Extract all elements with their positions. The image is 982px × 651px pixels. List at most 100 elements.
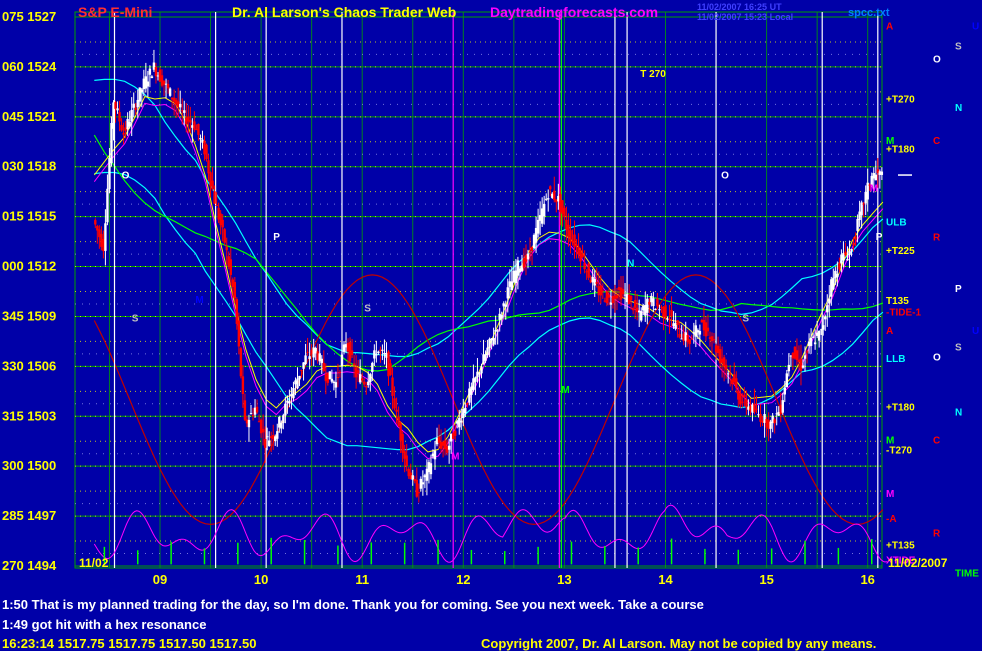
price-bar-body [114,102,117,109]
price-bar-body [363,381,366,385]
price-bar-body [211,180,214,190]
right-legend-label: TIME [955,569,979,580]
price-bar-body [583,262,586,270]
price-bar-body [844,251,847,256]
copyright: Copyright 2007, Dr. Al Larson. May not b… [481,636,877,651]
price-bar-body [607,294,611,298]
price-bar-body [846,258,849,261]
right-legend-label: +T225 [886,246,915,257]
price-bar-body [120,124,123,131]
price-bar-body [243,400,247,420]
price-bar-body [654,308,657,310]
price-bar-body [706,327,710,332]
right-legend-label: U [972,326,979,337]
price-bar-body [377,351,380,354]
price-bar-body [199,138,202,140]
price-bar-body [393,398,396,409]
price-bar-body [361,378,364,381]
price-bar-body [104,223,107,251]
chart-annotation: M [195,295,203,306]
price-bar-body [824,316,827,320]
price-bar-body [724,364,728,370]
price-bar-body [799,358,803,371]
price-bar-body [304,355,307,364]
price-bar-body [306,351,309,353]
price-bar-body [795,350,799,360]
price-bar-body [735,378,738,388]
price-bar-body [336,377,340,379]
chart-annotation: T 270 [640,69,666,80]
price-bar-body [466,403,469,405]
price-bar-body [229,259,232,275]
price-bar-body [601,290,605,292]
price-bar-body [132,103,135,108]
y-tick-label: 060 1524 [2,59,57,74]
price-bar-body [168,88,172,96]
price-bar-body [745,399,748,408]
y-tick-label: 000 1512 [2,259,56,274]
price-bar-body [484,354,487,361]
price-bar-body [118,112,121,122]
price-bar-body [183,110,186,113]
price-bar-body [506,287,509,299]
right-legend-label: ULB [886,218,907,229]
price-bar-body [261,428,265,433]
price-bar-body [710,336,714,342]
price-bar-body [648,301,651,305]
price-bar-body [492,337,495,345]
price-bar-body [500,315,503,319]
right-legend-label: +T135 [886,540,915,551]
price-bar-body [166,83,170,89]
price-bar-body [464,408,467,414]
price-bar-body [755,408,758,410]
price-bar-body [320,358,323,364]
price-bar-body [838,262,841,270]
price-bar-body [741,401,744,403]
price-bar-body [460,420,463,423]
price-bar-body [753,403,756,412]
price-bar-body [247,419,251,428]
price-bar-body [215,204,218,206]
price-bar-body [255,406,259,413]
price-bar-body [197,124,200,135]
price-bar-body [862,203,865,205]
price-bar-body [106,188,109,223]
right-legend-label: R [933,233,941,244]
price-bar-body [146,81,150,87]
site-link[interactable]: Daytradingforecasts.com [490,4,658,20]
price-bar-body [395,409,398,412]
price-bar-body [417,492,421,494]
price-bar-body [381,349,384,351]
price-bar-body [454,430,457,436]
price-bar-body [391,377,394,396]
price-bar-body [478,373,481,375]
price-bar-body [822,325,825,330]
timestamp-local: 11/02/2007 15:23 Local [697,12,793,22]
price-bar-body [308,356,311,360]
right-legend-label: -TIDE-1 [886,307,921,318]
price-bar-body [193,121,196,130]
price-bar-body [631,308,635,311]
price-bar-body [189,120,192,123]
price-bar-body [328,371,332,380]
price-bar-body [205,144,208,160]
price-bar-body [284,403,287,416]
price-bar-body [267,440,271,446]
price-bar-body [122,132,125,135]
price-bar-body [140,89,144,93]
right-legend-label: P [955,284,962,295]
instrument-title: S&P E-Mini [78,4,152,20]
price-bar-body [678,334,681,338]
right-legend-label: +T180 [886,402,915,413]
price-bar-body [213,191,216,204]
chart-canvas: 075 1527 060 1524 045 1521 030 1518 015 1515… [0,0,982,650]
x-tick-label: 14 [658,572,673,587]
price-bar-body [595,282,598,284]
y-tick-label: 015 1515 [2,209,56,224]
price-bar-body [664,305,667,318]
chart-annotation: S [742,313,749,324]
price-bar-body [458,418,461,428]
price-bar-body [826,305,829,313]
page-title: Dr. Al Larson's Chaos Trader Web [232,4,456,20]
chart-annotation: M [870,184,878,195]
